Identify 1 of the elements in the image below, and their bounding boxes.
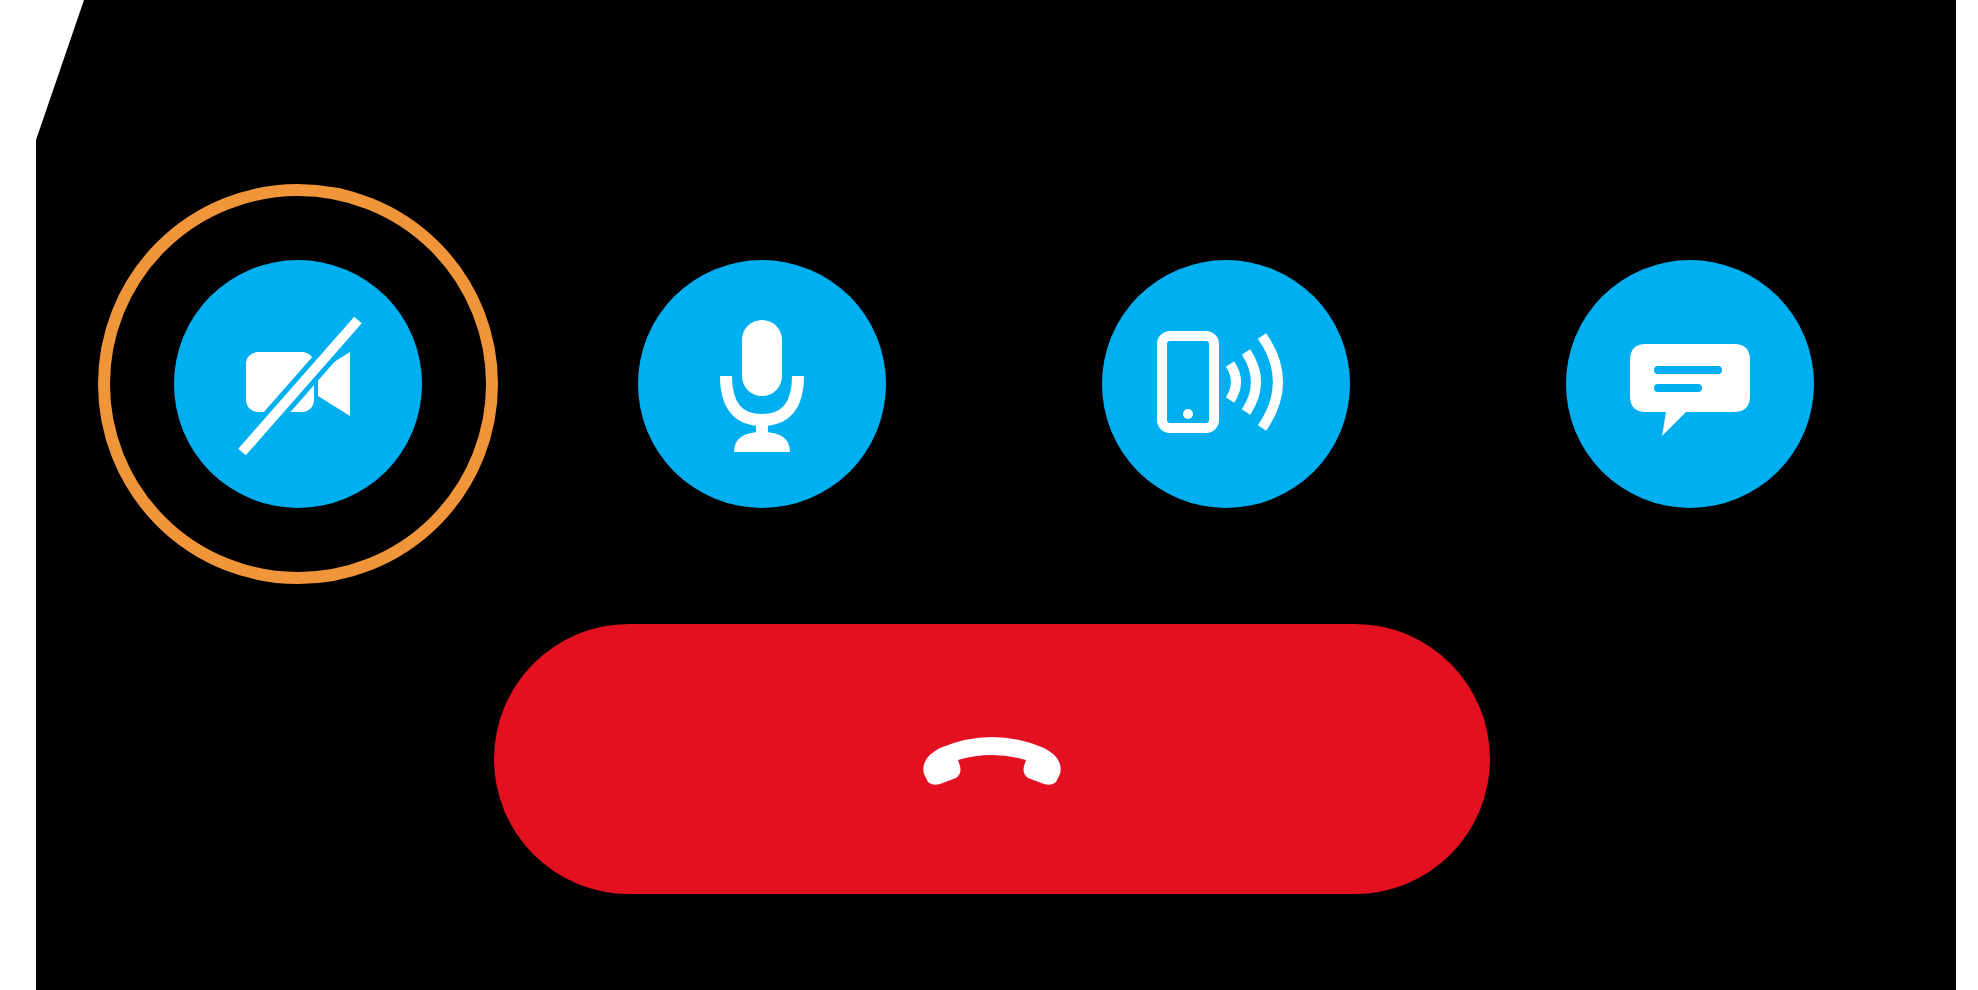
panel-corner (36, 0, 84, 140)
